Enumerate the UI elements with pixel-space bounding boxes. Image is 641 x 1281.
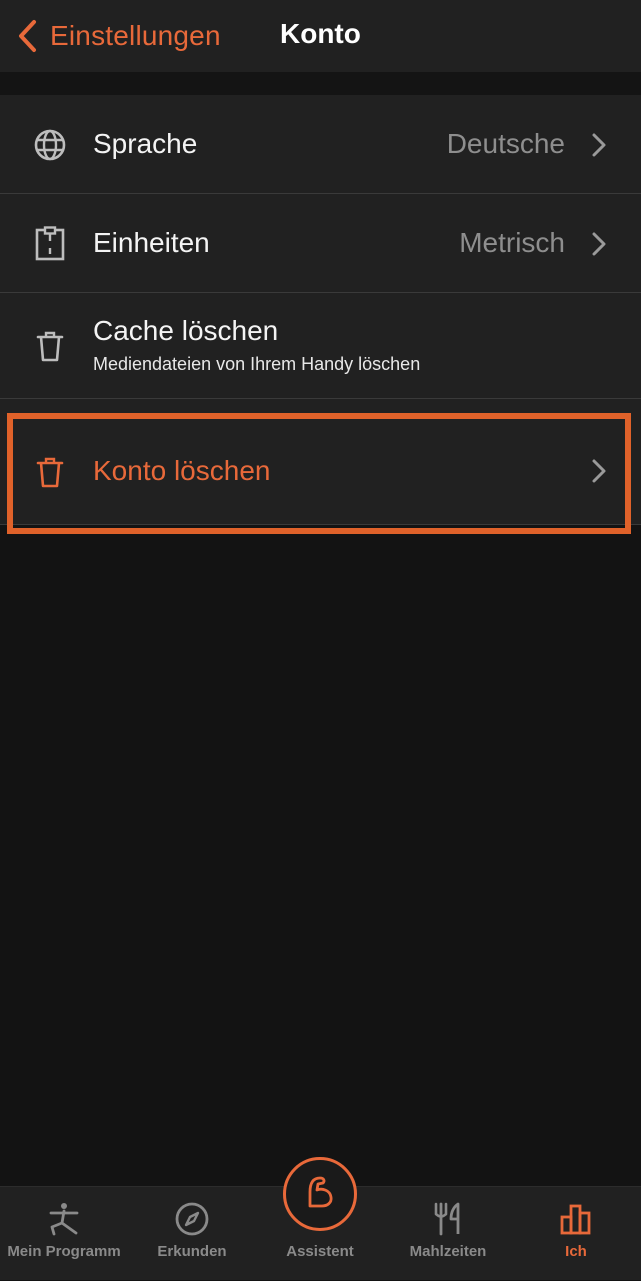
flexed-arm-icon bbox=[300, 1172, 340, 1217]
assistant-button-circle[interactable] bbox=[283, 1157, 357, 1231]
tab-label: Assistent bbox=[286, 1243, 354, 1260]
tab-assistent[interactable]: Assistent bbox=[256, 1157, 384, 1281]
clear-cache-label: Cache löschen bbox=[93, 315, 279, 346]
units-row[interactable]: Einheiten Metrisch bbox=[0, 194, 641, 293]
tab-mahlzeiten[interactable]: Mahlzeiten bbox=[384, 1187, 512, 1281]
clear-cache-subtitle: Mediendateien von Ihrem Handy löschen bbox=[93, 354, 421, 374]
units-label: Einheiten bbox=[93, 227, 210, 258]
back-button[interactable]: Einstellungen bbox=[16, 14, 221, 58]
chevron-right-icon bbox=[591, 231, 607, 257]
language-label: Sprache bbox=[93, 128, 198, 159]
tab-label: Mahlzeiten bbox=[409, 1243, 487, 1260]
navigation-bar: Einstellungen Konto bbox=[0, 0, 641, 72]
ruler-clipboard-icon bbox=[30, 224, 70, 264]
clear-cache-row[interactable]: Cache löschen Mediendateien von Ihrem Ha… bbox=[0, 293, 641, 399]
tab-bar: Mein Programm Erkunden Assistent Mahlzei… bbox=[0, 1157, 641, 1281]
nav-separator bbox=[0, 72, 641, 95]
stretching-figure-icon bbox=[44, 1199, 84, 1239]
chevron-left-icon bbox=[16, 19, 38, 53]
bar-chart-icon bbox=[556, 1199, 596, 1239]
tab-label: Erkunden bbox=[157, 1243, 227, 1260]
tab-label: Mein Programm bbox=[7, 1243, 121, 1260]
globe-icon bbox=[30, 125, 70, 165]
tab-ich[interactable]: Ich bbox=[512, 1187, 640, 1281]
tab-label: Ich bbox=[565, 1243, 587, 1260]
tab-erkunden[interactable]: Erkunden bbox=[128, 1187, 256, 1281]
language-row[interactable]: Sprache Deutsche bbox=[0, 95, 641, 194]
chevron-right-icon bbox=[591, 132, 607, 158]
compass-icon bbox=[172, 1199, 212, 1239]
back-button-label: Einstellungen bbox=[50, 20, 221, 51]
page-title: Konto bbox=[280, 18, 361, 49]
highlight-frame bbox=[7, 413, 631, 534]
language-value: Deutsche bbox=[446, 128, 565, 159]
trash-icon bbox=[30, 326, 70, 366]
units-value: Metrisch bbox=[459, 227, 565, 258]
tab-mein-programm[interactable]: Mein Programm bbox=[0, 1187, 128, 1281]
fork-knife-icon bbox=[428, 1199, 468, 1239]
